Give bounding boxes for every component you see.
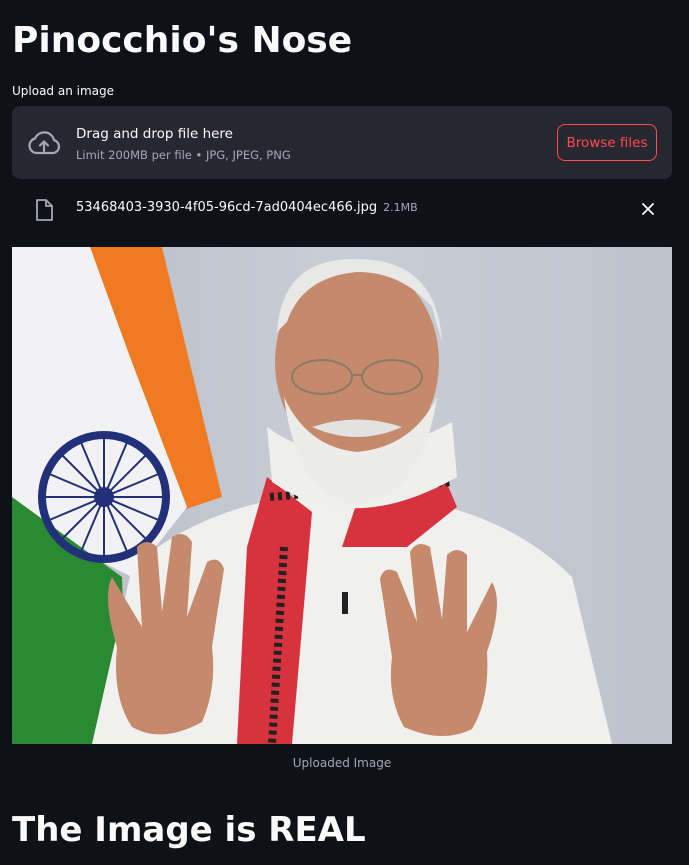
uploaded-image — [12, 247, 672, 744]
app-page: Pinocchio's Nose Upload an image Drag an… — [0, 0, 689, 865]
page-title: Pinocchio's Nose — [12, 20, 353, 61]
dropzone-limit-text: Limit 200MB per file • JPG, JPEG, PNG — [76, 148, 291, 162]
file-size: 2.1MB — [383, 201, 418, 214]
result-heading: The Image is REAL — [12, 810, 366, 850]
file-name-text: 53468403-3930-4f05-96cd-7ad0404ec466.jpg — [76, 200, 378, 215]
file-icon — [36, 199, 53, 221]
uploaded-file-row: 53468403-3930-4f05-96cd-7ad0404ec466.jpg… — [12, 190, 672, 228]
uploaded-file-name: 53468403-3930-4f05-96cd-7ad0404ec466.jpg… — [76, 199, 418, 217]
file-dropzone[interactable]: Drag and drop file here Limit 200MB per … — [12, 106, 672, 179]
uploader-label: Upload an image — [12, 84, 115, 98]
dropzone-instructions: Drag and drop file here — [76, 126, 233, 142]
uploaded-photo — [12, 247, 672, 744]
close-icon[interactable] — [641, 202, 655, 216]
cloud-upload-icon — [28, 131, 61, 155]
browse-files-button[interactable]: Browse files — [557, 124, 657, 161]
image-caption: Uploaded Image — [292, 756, 392, 770]
